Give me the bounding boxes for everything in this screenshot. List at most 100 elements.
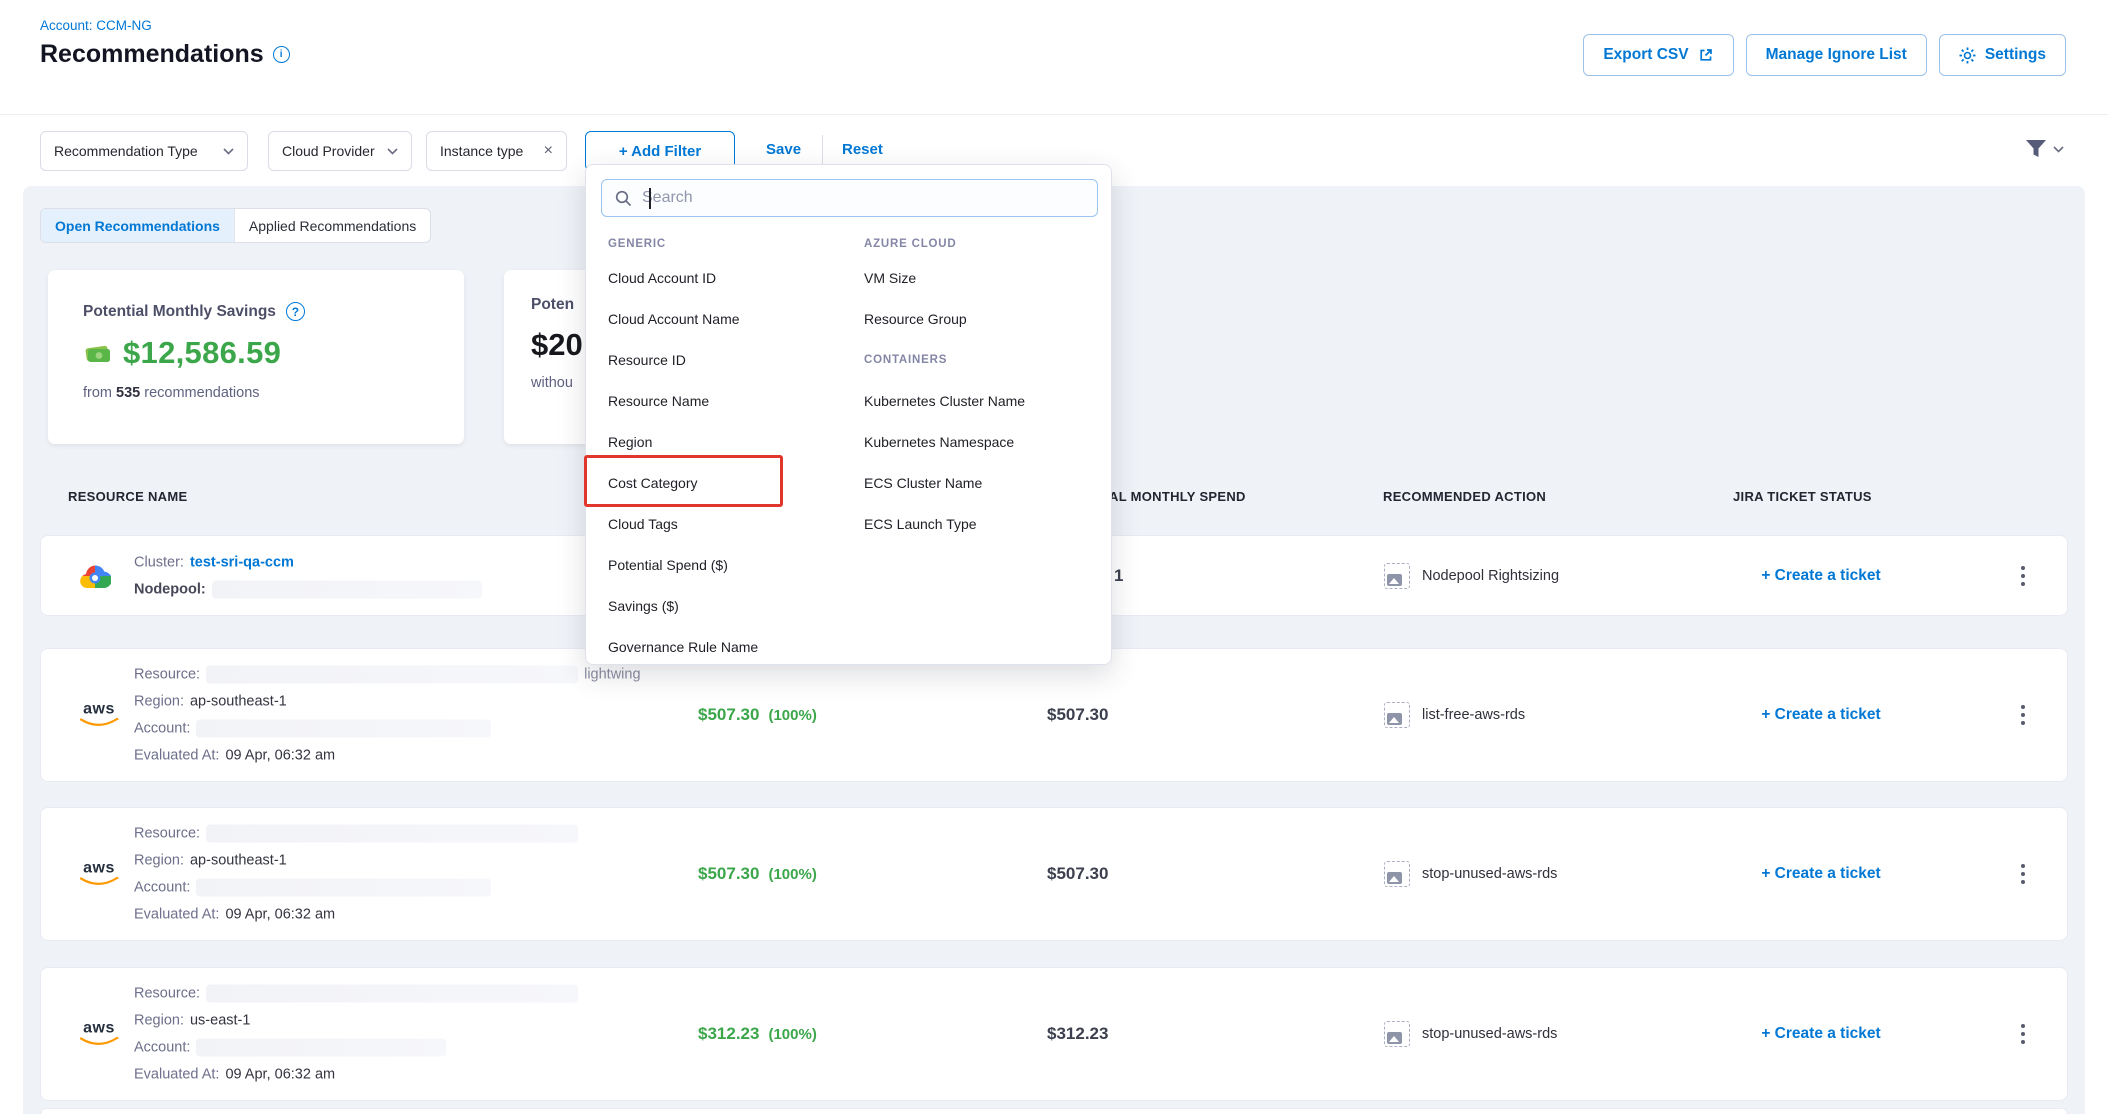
monthly-savings-value: $312.23 bbox=[698, 1024, 759, 1044]
evaluated-at-label: Evaluated At: bbox=[134, 905, 219, 925]
menu-item-cloud-account-id[interactable]: Cloud Account ID bbox=[606, 257, 845, 298]
aws-icon: aws bbox=[79, 1021, 119, 1048]
add-filter-dropdown: GENERIC Cloud Account ID Cloud Account N… bbox=[585, 164, 1112, 665]
gcp-icon bbox=[79, 563, 111, 589]
menu-item-governance-rule-name[interactable]: Governance Rule Name bbox=[606, 626, 845, 667]
breadcrumb[interactable]: Account: CCM-NG bbox=[40, 18, 152, 33]
section-heading: CONTAINERS bbox=[862, 339, 1091, 380]
savings-amount: $12,586.59 bbox=[123, 335, 281, 371]
row-menu-icon[interactable] bbox=[2017, 1020, 2029, 1048]
redacted-value bbox=[196, 879, 491, 897]
account-label: Account: bbox=[134, 1038, 190, 1058]
search-field[interactable] bbox=[601, 179, 1098, 217]
tab-open-recommendations[interactable]: Open Recommendations bbox=[41, 209, 234, 242]
divider bbox=[822, 135, 823, 167]
menu-item-savings[interactable]: Savings ($) bbox=[606, 585, 845, 626]
menu-item-region[interactable]: Region bbox=[606, 421, 845, 462]
aws-icon: aws bbox=[79, 702, 119, 729]
cluster-link[interactable]: test-sri-qa-ccm bbox=[190, 552, 294, 572]
create-ticket-link[interactable]: + Create a ticket bbox=[1721, 1025, 1921, 1043]
top-bar: Account: CCM-NG Recommendations i Export… bbox=[0, 0, 2108, 114]
settings-button[interactable]: Settings bbox=[1939, 34, 2066, 76]
monthly-savings-value: $507.30 bbox=[698, 705, 759, 725]
export-csv-button[interactable]: Export CSV bbox=[1583, 34, 1733, 76]
search-input[interactable] bbox=[642, 189, 1042, 207]
menu-item-cost-category[interactable]: Cost Category bbox=[606, 462, 845, 503]
table-row bbox=[40, 1108, 2068, 1114]
filter-chip-cloud-provider[interactable]: Cloud Provider bbox=[268, 131, 412, 171]
broken-image-icon bbox=[1384, 1021, 1410, 1047]
row-menu-icon[interactable] bbox=[2017, 860, 2029, 888]
broken-image-icon bbox=[1384, 861, 1410, 887]
monthly-spend-fragment: 1 bbox=[1114, 566, 1123, 586]
account-label: Account: bbox=[134, 878, 190, 898]
create-ticket-link[interactable]: + Create a ticket bbox=[1721, 567, 1921, 585]
text-caret bbox=[649, 188, 651, 209]
table-row[interactable]: aws Resource: lightwing Region: ap-south… bbox=[40, 648, 2068, 782]
aws-icon: aws bbox=[79, 861, 119, 888]
tab-applied-recommendations[interactable]: Applied Recommendations bbox=[234, 209, 430, 242]
menu-item-potential-spend[interactable]: Potential Spend ($) bbox=[606, 544, 845, 585]
chevron-down-icon bbox=[2053, 146, 2064, 153]
region-label: Region: bbox=[134, 1011, 184, 1031]
remove-filter-icon[interactable]: × bbox=[544, 143, 553, 159]
menu-item-vm-size[interactable]: VM Size bbox=[862, 257, 1091, 298]
menu-item-cloud-tags[interactable]: Cloud Tags bbox=[606, 503, 845, 544]
broken-image-icon bbox=[1384, 563, 1410, 589]
menu-item-ecs-cluster-name[interactable]: ECS Cluster Name bbox=[862, 462, 1091, 503]
account-label: Account: bbox=[134, 719, 190, 739]
menu-item-kubernetes-namespace[interactable]: Kubernetes Namespace bbox=[862, 421, 1091, 462]
menu-item-cloud-account-name[interactable]: Cloud Account Name bbox=[606, 298, 845, 339]
external-link-icon bbox=[1698, 47, 1714, 63]
help-icon[interactable]: ? bbox=[286, 302, 305, 321]
cluster-label: Cluster: bbox=[134, 552, 184, 572]
savings-percent: (100%) bbox=[768, 1026, 816, 1043]
column-header-jira-ticket-status: JIRA TICKET STATUS bbox=[1733, 489, 1872, 504]
reset-filter-link[interactable]: Reset bbox=[842, 141, 883, 158]
menu-item-resource-id[interactable]: Resource ID bbox=[606, 339, 845, 380]
column-header-resource-name: RESOURCE NAME bbox=[68, 489, 187, 504]
broken-image-icon bbox=[1384, 702, 1410, 728]
filter-panel-toggle[interactable] bbox=[2025, 139, 2064, 159]
create-ticket-link[interactable]: + Create a ticket bbox=[1721, 865, 1921, 883]
chevron-down-icon bbox=[387, 148, 398, 155]
menu-item-ecs-launch-type[interactable]: ECS Launch Type bbox=[862, 503, 1091, 544]
resource-name-tail: lightwing bbox=[584, 665, 640, 685]
monthly-spend-value: $312.23 bbox=[1047, 1024, 1108, 1044]
region-value: ap-southeast-1 bbox=[190, 851, 287, 871]
redacted-value bbox=[206, 666, 578, 684]
column-header-monthly-spend: AL MONTHLY SPEND bbox=[1109, 489, 1246, 504]
redacted-value bbox=[196, 720, 491, 738]
save-filter-link[interactable]: Save bbox=[766, 141, 801, 158]
evaluated-at-value: 09 Apr, 06:32 am bbox=[225, 905, 335, 925]
table-row[interactable]: aws Resource: Region: ap-southeast-1 Acc… bbox=[40, 807, 2068, 941]
info-icon[interactable]: i bbox=[273, 46, 290, 63]
gear-icon bbox=[1959, 47, 1976, 64]
region-label: Region: bbox=[134, 851, 184, 871]
region-label: Region: bbox=[134, 692, 184, 712]
table-row[interactable]: aws Resource: Region: us-east-1 Account:… bbox=[40, 967, 2068, 1101]
row-menu-icon[interactable] bbox=[2017, 701, 2029, 729]
filter-chip-recommendation-type[interactable]: Recommendation Type bbox=[40, 131, 248, 171]
resource-label: Resource: bbox=[134, 665, 200, 685]
filter-menu-generic-column: GENERIC Cloud Account ID Cloud Account N… bbox=[606, 231, 845, 664]
potential-monthly-savings-card: Potential Monthly Savings ? $12,586.59 f… bbox=[48, 270, 464, 444]
manage-ignore-list-button[interactable]: Manage Ignore List bbox=[1746, 34, 1927, 76]
filter-chip-instance-type[interactable]: Instance type × bbox=[426, 131, 567, 171]
menu-item-resource-name[interactable]: Resource Name bbox=[606, 380, 845, 421]
recommended-action: list-free-aws-rds bbox=[1422, 707, 1525, 723]
create-ticket-link[interactable]: + Create a ticket bbox=[1721, 706, 1921, 724]
section-heading: AZURE CLOUD bbox=[862, 231, 1091, 257]
evaluated-at-value: 09 Apr, 06:32 am bbox=[225, 1065, 335, 1085]
region-value: us-east-1 bbox=[190, 1011, 250, 1031]
menu-item-kubernetes-cluster-name[interactable]: Kubernetes Cluster Name bbox=[862, 380, 1091, 421]
column-header-recommended-action: RECOMMENDED ACTION bbox=[1383, 489, 1546, 504]
evaluated-at-label: Evaluated At: bbox=[134, 746, 219, 766]
menu-item-resource-group[interactable]: Resource Group bbox=[862, 298, 1091, 339]
redacted-value bbox=[206, 825, 578, 843]
funnel-icon bbox=[2025, 139, 2047, 159]
row-menu-icon[interactable] bbox=[2017, 562, 2029, 590]
spend-amount-fragment: $20 bbox=[531, 327, 589, 363]
resource-label: Resource: bbox=[134, 824, 200, 844]
card-title: Potential Monthly Savings bbox=[83, 303, 276, 321]
